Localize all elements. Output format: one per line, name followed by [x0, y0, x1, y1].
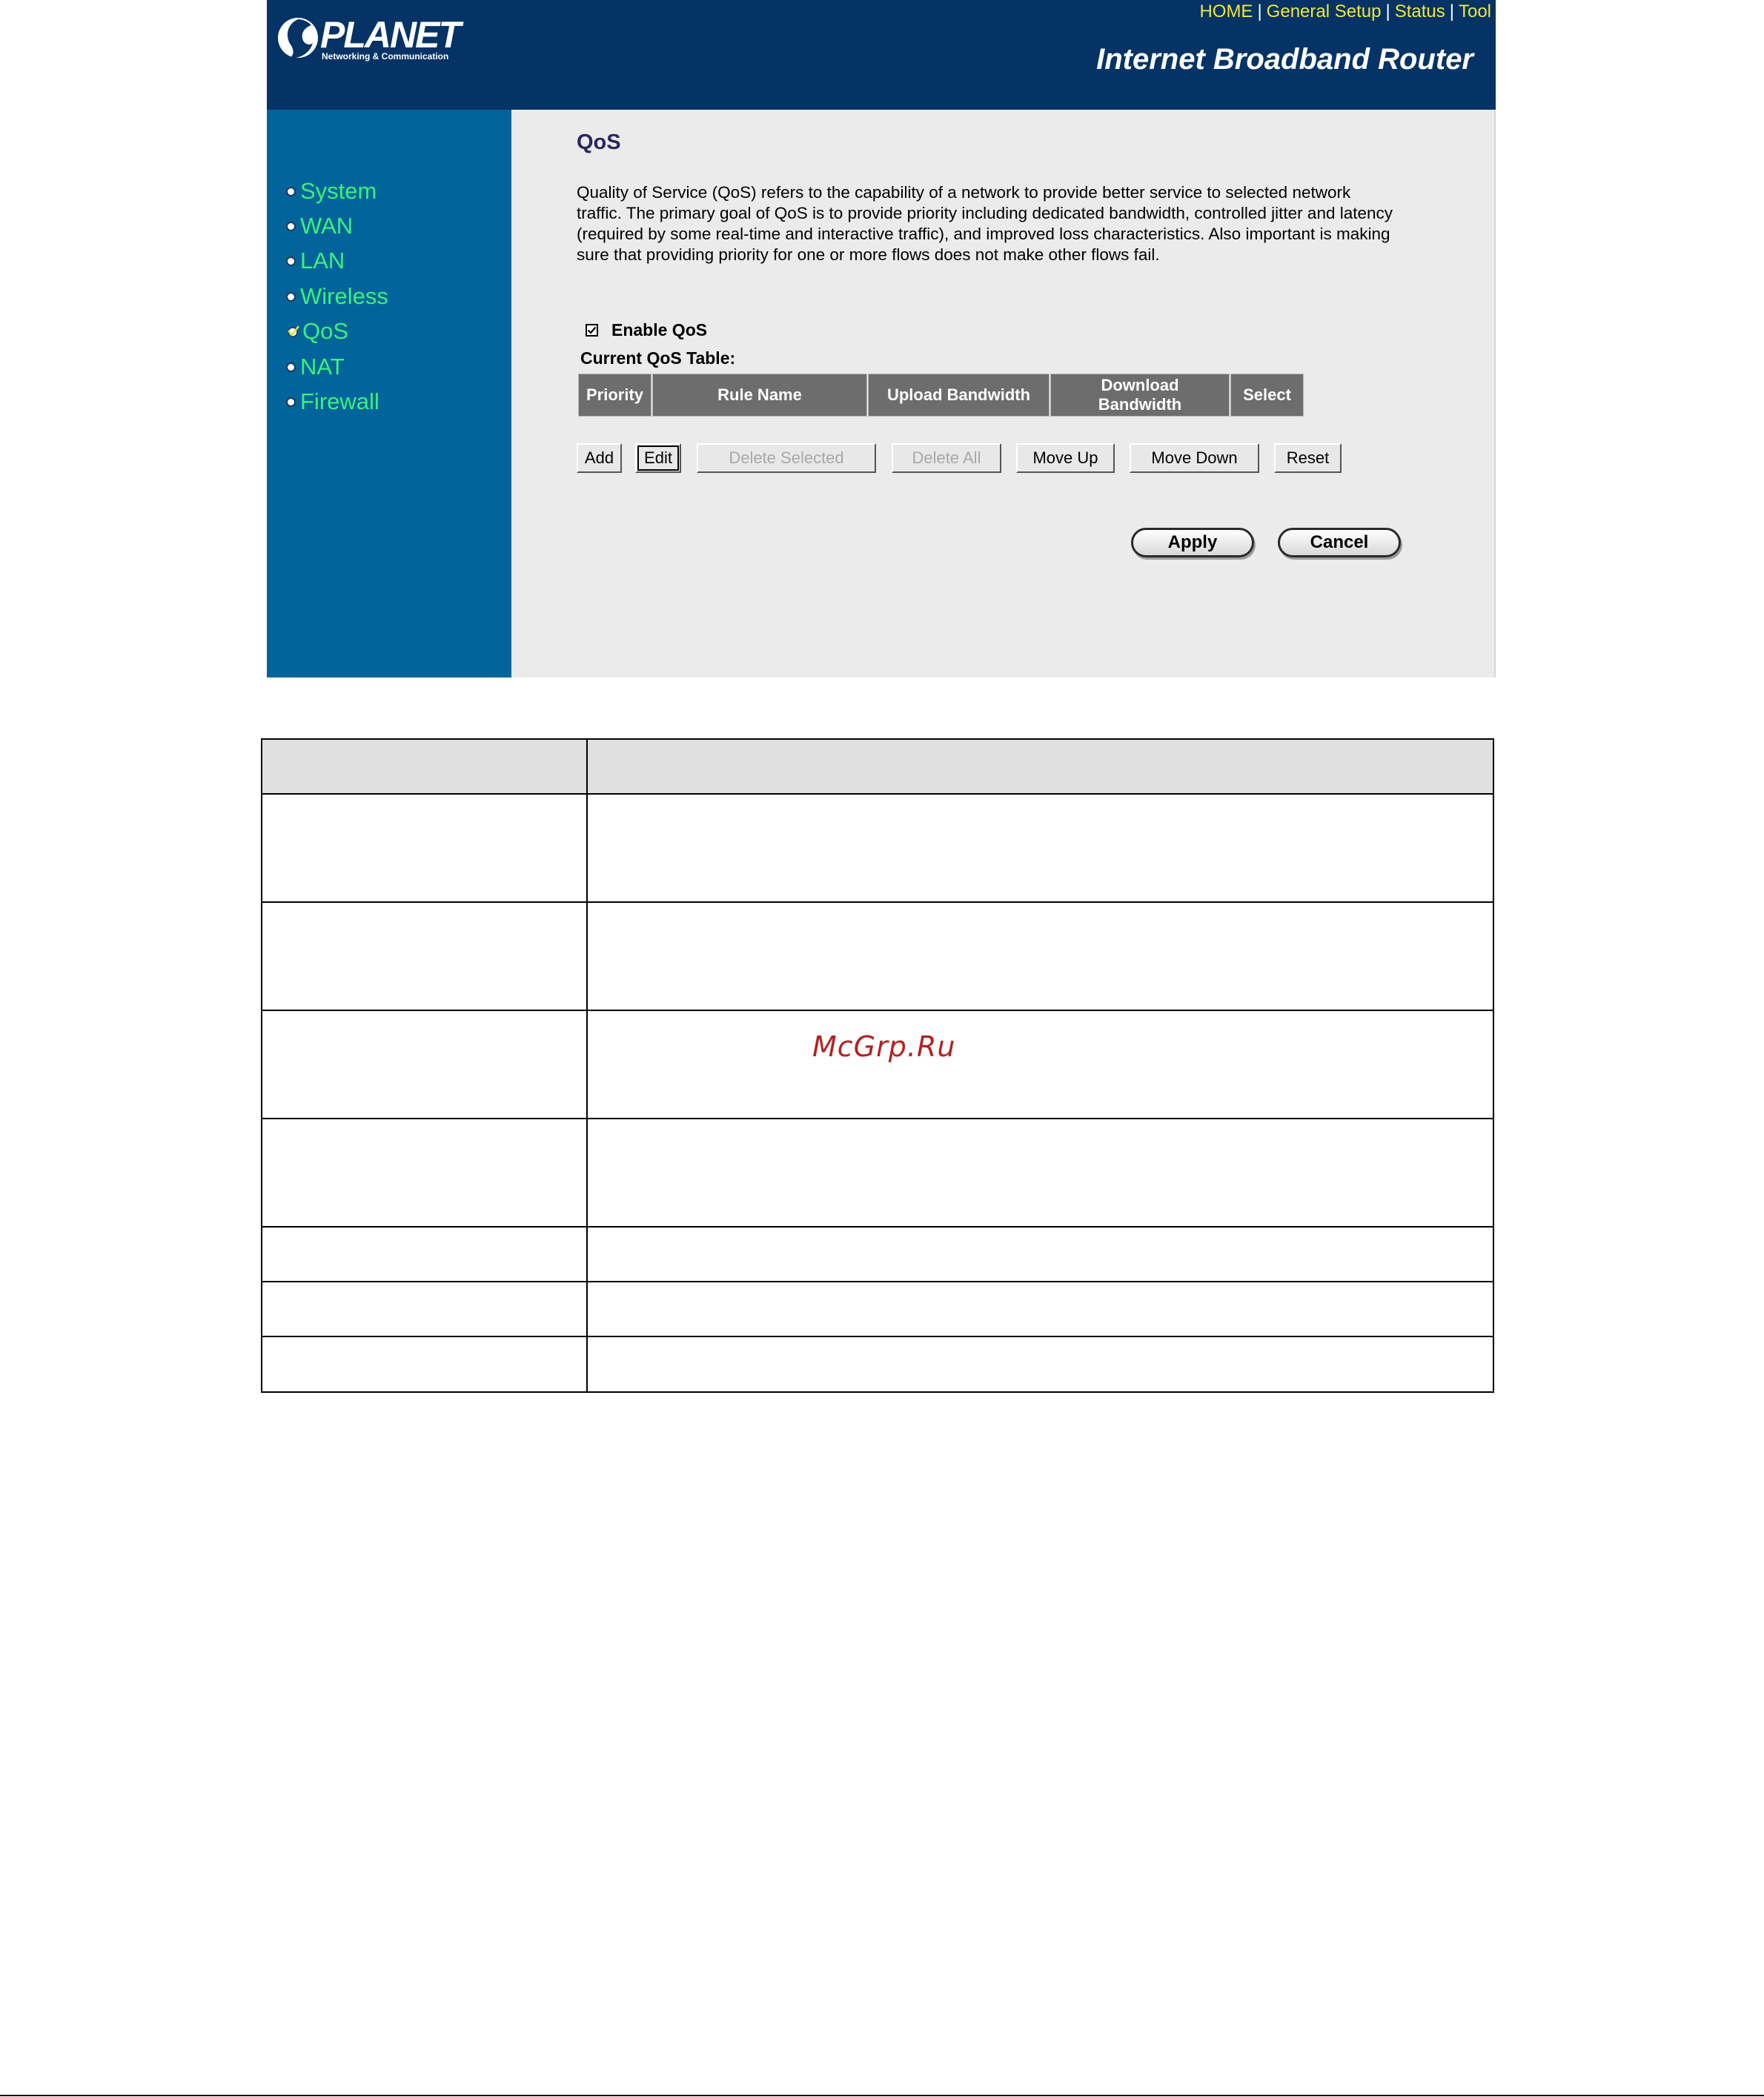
- sidebar-item-wireless[interactable]: Wireless: [286, 282, 388, 311]
- add-button[interactable]: Add: [577, 443, 622, 473]
- sidebar-item-label: QoS: [302, 318, 349, 344]
- radio-bullet-icon: [286, 397, 296, 407]
- sidebar-nav: System WAN LAN Wireless QoS NAT Firewall: [267, 110, 511, 678]
- link-general-setup[interactable]: General Setup: [1267, 1, 1382, 21]
- enable-qos-label: Enable QoS: [611, 320, 708, 339]
- description-line: traffic. The primary goal of QoS is to p…: [577, 204, 1393, 222]
- table-header-row: [262, 740, 1493, 795]
- description-line: sure that providing priority for one or …: [577, 245, 1160, 264]
- table-row: [262, 1011, 1493, 1119]
- checkbox-check-icon: [587, 326, 597, 334]
- table-row: [262, 903, 1493, 1011]
- document-table: [261, 738, 1494, 1393]
- move-up-button[interactable]: Move Up: [1016, 443, 1115, 473]
- table-row: [262, 1282, 1493, 1337]
- radio-bullet-icon: [286, 291, 296, 302]
- sidebar-item-qos[interactable]: QoS: [286, 317, 348, 346]
- planet-logo-icon: [278, 18, 318, 59]
- edit-button[interactable]: Edit: [635, 443, 681, 473]
- sidebar-item-label: Wireless: [300, 283, 388, 309]
- link-separator: |: [1257, 1, 1262, 21]
- column-header-select: Select: [1230, 374, 1304, 417]
- link-home[interactable]: HOME: [1199, 1, 1253, 21]
- product-title: Internet Broadband Router: [1096, 43, 1473, 76]
- qos-table-caption: Current QoS Table:: [580, 348, 736, 368]
- link-status[interactable]: Status: [1395, 1, 1445, 21]
- link-separator: |: [1449, 1, 1454, 21]
- cancel-button[interactable]: Cancel: [1278, 528, 1401, 557]
- sidebar-item-label: WAN: [300, 213, 354, 239]
- sidebar-item-label: System: [300, 178, 377, 204]
- page-title: QoS: [577, 130, 621, 154]
- logo-wordmark: PLANET: [320, 14, 461, 56]
- radio-bullet-icon: [286, 362, 296, 372]
- column-header-priority: Priority: [578, 374, 651, 417]
- enable-qos-row: Enable QoS: [586, 320, 707, 340]
- table-column-divider: [586, 740, 588, 1391]
- sidebar-item-lan[interactable]: LAN: [286, 246, 345, 276]
- sidebar-item-firewall[interactable]: Firewall: [286, 387, 379, 417]
- checkmark-icon: [288, 325, 299, 337]
- footer-rule: [0, 2095, 1764, 2096]
- planet-logo: PLANET Networking & Communication: [277, 12, 470, 67]
- description-line: (required by some real-time and interact…: [577, 225, 1390, 243]
- link-tool[interactable]: Tool: [1459, 1, 1491, 21]
- delete-all-button[interactable]: Delete All: [892, 443, 1001, 473]
- router-window: PLANET Networking & Communication HOME | G…: [267, 0, 1496, 678]
- sidebar-item-label: Firewall: [300, 388, 379, 414]
- logo-tagline: Networking & Communication: [322, 51, 449, 62]
- enable-qos-checkbox[interactable]: [586, 324, 598, 337]
- table-row: [262, 795, 1493, 903]
- column-header-download-bandwidth: Download Bandwidth: [1050, 374, 1230, 417]
- watermark-text: McGrp.Ru: [812, 1030, 956, 1063]
- column-header-rule-name: Rule Name: [652, 374, 867, 417]
- radio-bullet-icon: [286, 221, 296, 231]
- move-down-button[interactable]: Move Down: [1130, 443, 1259, 473]
- apply-button[interactable]: Apply: [1131, 528, 1254, 557]
- table-row: [262, 1119, 1493, 1228]
- sidebar-item-nat[interactable]: NAT: [286, 352, 345, 382]
- radio-bullet-icon: [286, 256, 296, 266]
- sidebar-item-label: LAN: [300, 248, 345, 274]
- link-separator: |: [1385, 1, 1390, 21]
- top-links: HOME | General Setup | Status | Tool: [1199, 1, 1491, 22]
- radio-bullet-icon: [286, 186, 296, 196]
- delete-selected-button[interactable]: Delete Selected: [697, 443, 876, 473]
- sidebar-item-label: NAT: [300, 354, 345, 380]
- qos-description: Quality of Service (QoS) refers to the c…: [577, 182, 1444, 265]
- description-line: Quality of Service (QoS) refers to the c…: [577, 183, 1351, 202]
- header-bar: PLANET Networking & Communication HOME | G…: [267, 0, 1496, 110]
- column-header-upload-bandwidth: Upload Bandwidth: [868, 374, 1050, 417]
- sidebar-item-system[interactable]: System: [286, 176, 377, 206]
- table-row: [262, 1228, 1493, 1282]
- main-content: QoS Quality of Service (QoS) refers to t…: [511, 110, 1496, 678]
- sidebar-item-wan[interactable]: WAN: [286, 211, 353, 241]
- reset-button[interactable]: Reset: [1274, 443, 1342, 473]
